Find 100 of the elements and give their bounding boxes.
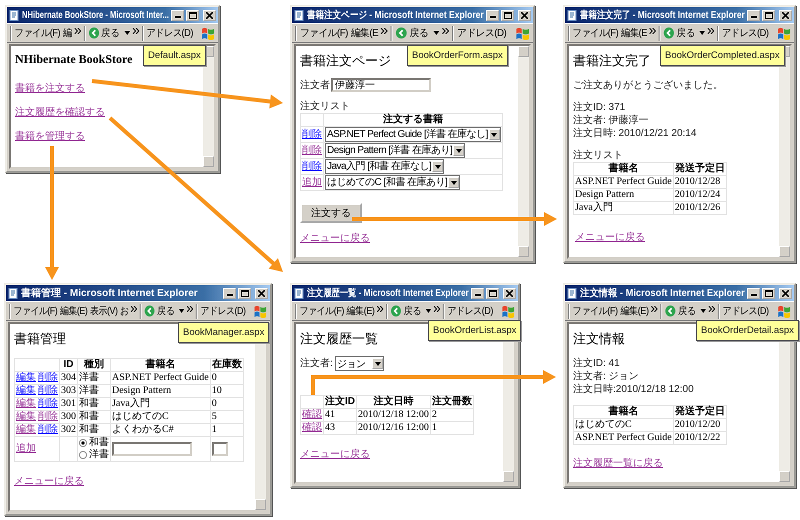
name-field[interactable] <box>112 442 192 456</box>
back-link[interactable]: メニューに戻る <box>300 449 370 461</box>
chevron-icon[interactable] <box>708 28 714 34</box>
order-detail: 注文ID: 371 <box>573 101 626 114</box>
field-label: 注文者: <box>300 357 333 370</box>
scrollbar[interactable] <box>779 46 790 257</box>
maximize-button[interactable] <box>238 288 251 298</box>
menu-item[interactable]: 編集(E <box>350 26 378 40</box>
edit-link[interactable]: 編集 <box>16 411 36 423</box>
back-link[interactable]: 注文履歴一覧に戻る <box>573 458 663 470</box>
add-link[interactable]: 追加 <box>16 443 36 454</box>
maximize-button[interactable] <box>186 10 199 20</box>
chevron-icon[interactable] <box>650 28 656 34</box>
back-button[interactable]: 戻る <box>664 26 706 40</box>
radio-button[interactable] <box>79 439 87 447</box>
delete-link[interactable]: 削除 <box>38 411 58 423</box>
chevron-icon[interactable] <box>377 306 384 312</box>
chevron-icon[interactable] <box>131 306 138 312</box>
back-button[interactable]: 戻る <box>144 304 185 318</box>
confirm-link[interactable]: 確認 <box>302 422 322 433</box>
logo-icon <box>254 304 267 318</box>
close-button[interactable] <box>255 288 268 298</box>
back-link[interactable]: メニューに戻る <box>14 476 84 488</box>
menu-item[interactable]: ファイル(F) <box>300 26 348 40</box>
edit-link[interactable]: 編集 <box>16 398 36 410</box>
scrollbar[interactable] <box>518 46 529 257</box>
close-icon <box>782 12 789 18</box>
back-link[interactable]: メニューに戻る <box>300 233 370 245</box>
chevron-icon[interactable] <box>381 28 388 34</box>
logo-icon <box>776 304 791 318</box>
menu-item[interactable]: 表示(V) <box>90 304 118 318</box>
scrollbar[interactable] <box>203 46 214 167</box>
chevron-icon[interactable] <box>442 28 450 34</box>
arrow-left-icon <box>88 27 100 39</box>
arrow-left-icon <box>390 305 402 317</box>
window-title: 書籍注文完了 - Microsoft Internet Explorer <box>580 8 745 22</box>
menu-item[interactable]: ファイル(F) <box>13 304 58 318</box>
delete-link[interactable]: 削除 <box>38 385 58 397</box>
minimize-button[interactable] <box>171 10 184 20</box>
chevron-icon[interactable] <box>708 306 716 312</box>
menu-item[interactable]: 編 <box>62 26 72 40</box>
menu-link[interactable]: 書籍を管理する <box>15 131 85 143</box>
menu-link[interactable]: 注文履歴を確認する <box>15 107 105 119</box>
column-header: 書籍名 <box>574 162 674 176</box>
delete-link[interactable]: 削除 <box>38 424 58 436</box>
table-cell: Java入門 <box>110 398 210 410</box>
table-cell: 1 <box>210 424 244 436</box>
minimize-button[interactable] <box>747 288 760 298</box>
close-button[interactable] <box>779 10 792 20</box>
menu-item[interactable]: ファイル(F) <box>572 26 618 40</box>
menu-link[interactable]: 書籍を注文する <box>15 83 85 95</box>
menu-item[interactable]: 編集(E) <box>60 304 88 318</box>
chevron-icon[interactable] <box>651 306 658 312</box>
back-button[interactable]: 戻る <box>390 304 432 318</box>
table-cell: ASP.NET Perfect Guide <box>574 432 674 444</box>
chevron-icon[interactable] <box>74 28 81 34</box>
chevron-icon[interactable] <box>187 306 194 312</box>
book-select[interactable]: はじめてのC [和書 在庫あり] <box>325 175 460 190</box>
maximize-button[interactable] <box>762 288 775 298</box>
maximize-button[interactable] <box>762 10 775 20</box>
book-select[interactable]: ASP.NET Perfect Guide [洋書 在庫なし] <box>325 127 501 142</box>
page-icon <box>567 288 578 298</box>
file-name-tooltip: BookOrderDetail.aspx <box>696 320 799 341</box>
delete-link[interactable]: 削除 <box>38 398 58 410</box>
menu-item[interactable]: 編集(E <box>621 26 647 40</box>
maximize-button[interactable] <box>486 288 499 298</box>
order-button[interactable]: 注文する <box>300 203 362 223</box>
menu-item[interactable]: ファイル(F) <box>300 304 344 318</box>
minimize-button[interactable] <box>486 10 499 20</box>
book-select[interactable]: Design Pattern [洋書 在庫あり] <box>325 143 466 158</box>
chevron-icon[interactable] <box>132 28 140 34</box>
menu-item[interactable]: 編集(E) <box>346 304 374 318</box>
menu-item[interactable]: ファイル(F) <box>572 304 618 318</box>
close-button[interactable] <box>203 10 216 20</box>
delete-link[interactable]: 削除 <box>38 372 58 384</box>
back-button[interactable]: 戻る <box>88 26 130 40</box>
chevron-icon[interactable] <box>434 306 440 312</box>
back-link[interactable]: メニューに戻る <box>575 232 645 244</box>
book-select[interactable]: Java入門 [和書 在庫なし] <box>325 159 444 174</box>
edit-link[interactable]: 編集 <box>16 424 36 436</box>
edit-link[interactable]: 編集 <box>16 372 36 384</box>
menu-item[interactable]: お <box>120 304 129 318</box>
close-button[interactable] <box>518 10 531 20</box>
edit-link[interactable]: 編集 <box>16 385 36 397</box>
menu-item[interactable]: 編集(E) <box>620 304 649 318</box>
back-button[interactable]: 戻る <box>665 304 706 318</box>
orderer-select[interactable]: ジョン <box>334 356 384 371</box>
back-button[interactable]: 戻る <box>396 26 440 40</box>
minimize-button[interactable] <box>471 288 484 298</box>
menu-item[interactable]: ファイル(F) <box>14 26 60 40</box>
stock-field[interactable] <box>212 442 228 456</box>
maximize-button[interactable] <box>501 10 514 20</box>
page-heading: 注文情報 <box>573 330 625 348</box>
confirm-link[interactable]: 確認 <box>302 409 322 420</box>
window-title: 注文情報 - Microsoft Internet Explorer <box>580 286 745 300</box>
minimize-button[interactable] <box>747 10 760 20</box>
close-button[interactable] <box>503 288 516 298</box>
close-button[interactable] <box>779 288 792 298</box>
minimize-button[interactable] <box>223 288 236 298</box>
radio-button[interactable] <box>79 451 87 459</box>
